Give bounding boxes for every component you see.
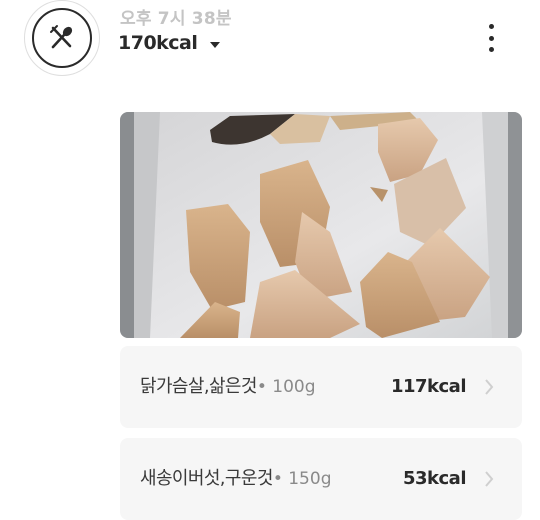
meal-category-icon-badge	[24, 0, 100, 76]
food-item-row[interactable]: 새송이버섯,구운것• 150g 53kcal	[120, 438, 522, 520]
food-item-amount: • 150g	[272, 469, 332, 489]
caret-down-icon	[210, 41, 221, 48]
food-item-name: 닭가슴살,삶은것• 100g	[140, 376, 316, 397]
food-item-row[interactable]: 닭가슴살,삶은것• 100g 117kcal	[120, 346, 522, 428]
chevron-right-icon	[485, 471, 494, 487]
food-item-amount: • 100g	[256, 377, 316, 397]
food-item-kcal: 117kcal	[390, 376, 467, 397]
chevron-right-icon	[485, 379, 494, 395]
more-vertical-icon[interactable]	[480, 24, 502, 52]
meal-detail-screen: 오후 7시 38분 170kcal 닭가슴살,삶은것• 100g 117kcal…	[0, 0, 540, 520]
meal-photo[interactable]	[120, 112, 522, 338]
food-item-name: 새송이버섯,구운것• 150g	[140, 468, 332, 489]
food-item-kcal: 53kcal	[402, 468, 467, 489]
fork-spoon-icon	[32, 8, 92, 68]
meal-time: 오후 7시 38분	[120, 9, 232, 29]
kcal-dropdown[interactable]: 170kcal	[118, 32, 221, 54]
meal-total-kcal: 170kcal	[118, 32, 198, 54]
